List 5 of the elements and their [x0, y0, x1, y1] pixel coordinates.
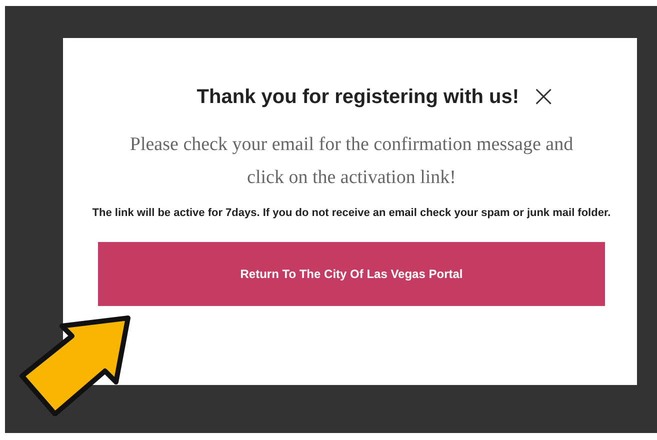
modal-title: Thank you for registering with us!	[196, 86, 520, 108]
activation-note: The link will be active for 7days. If you do not receive an email check your spam or junk mail folder.	[92, 206, 612, 221]
return-to-portal-button[interactable]: Return To The City Of Las Vegas Portal	[98, 242, 605, 306]
close-button[interactable]: ×	[531, 82, 556, 112]
confirmation-message: Please check your email for the confirmation message and click on the activation link!	[128, 133, 574, 190]
